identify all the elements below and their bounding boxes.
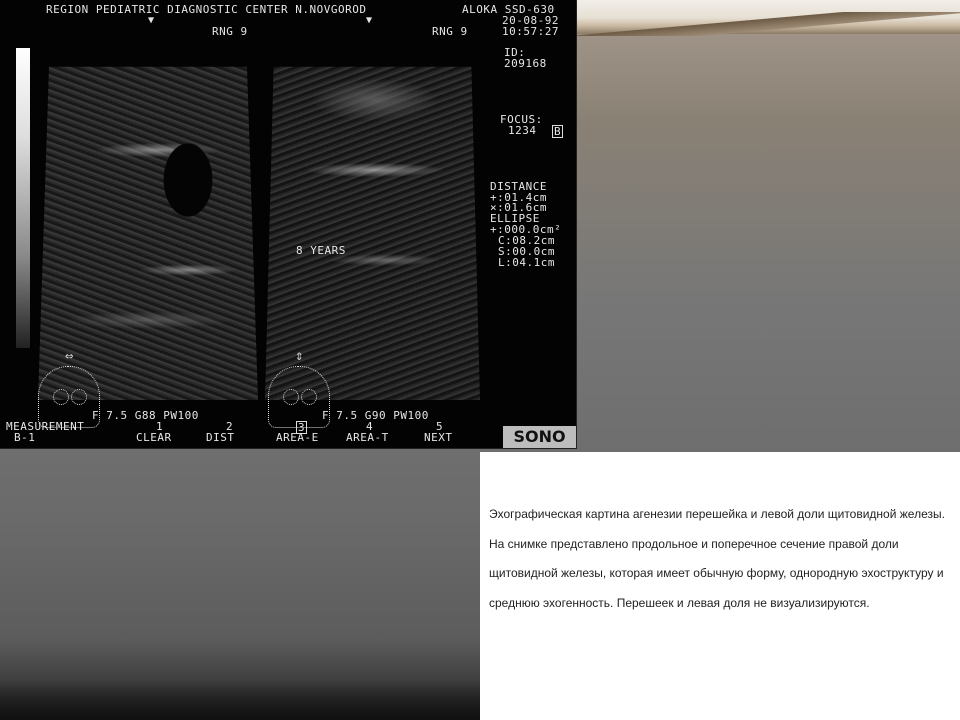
- menu-area-e: AREA-E: [276, 431, 319, 444]
- marker-arrow-icon: ▼: [366, 15, 373, 26]
- probe-arrow-icon: ⇕: [295, 348, 304, 364]
- params-left: F 7.5 G88 PW100: [92, 409, 199, 422]
- mode-label: B-1: [14, 431, 36, 444]
- caption-text: Эхографическая картина агенезии перешейк…: [489, 507, 945, 610]
- ultrasound-image: REGION PEDIATRIC DIAGNOSTIC CENTER N.NOV…: [0, 0, 577, 449]
- caption-panel: Эхографическая картина агенезии перешейк…: [480, 452, 960, 720]
- range-left: RNG 9: [212, 25, 248, 38]
- menu-dist: DIST: [206, 431, 235, 444]
- decorative-header-strip: [576, 0, 960, 36]
- probe-diagram-right: ⇕: [268, 349, 330, 428]
- probe-arrow-icon: ⇔: [65, 348, 74, 364]
- focus-value: 1234: [508, 124, 537, 137]
- range-right: RNG 9: [432, 25, 468, 38]
- focus-badge: B: [552, 125, 564, 138]
- marker-arrow-icon: ▼: [148, 15, 155, 26]
- id-value: 209168: [504, 57, 547, 70]
- grayscale-bar: [16, 48, 30, 348]
- probe-diagram-left: ⇔: [38, 349, 100, 428]
- decorative-wave: [576, 12, 960, 36]
- menu-area-t: AREA-T: [346, 431, 389, 444]
- header-center-name: REGION PEDIATRIC DIAGNOSTIC CENTER N.NOV…: [46, 3, 367, 16]
- patient-age: 8 YEARS: [296, 244, 346, 257]
- bottom-shadow: [0, 680, 480, 720]
- params-right: F 7.5 G90 PW100: [322, 409, 429, 422]
- sono-logo: SONO: [503, 426, 576, 448]
- exam-time: 10:57:27: [502, 25, 559, 38]
- menu-next: NEXT: [424, 431, 453, 444]
- ellipse-l: L:04.1cm: [498, 256, 555, 269]
- menu-clear: CLEAR: [136, 431, 172, 444]
